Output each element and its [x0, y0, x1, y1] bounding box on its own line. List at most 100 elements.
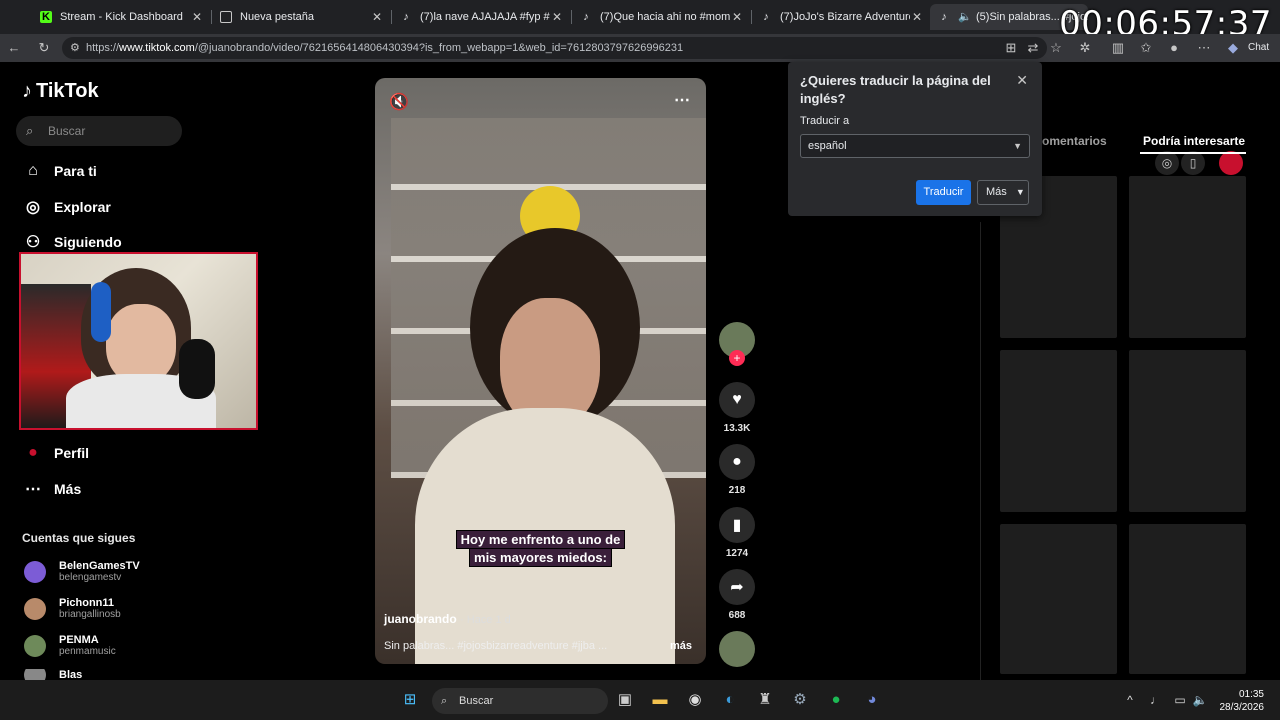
close-tab-icon[interactable]: ✕ — [910, 10, 924, 24]
suggested-video-thumbnail[interactable] — [1000, 350, 1117, 512]
close-icon[interactable]: ✕ — [1016, 72, 1028, 89]
logo-text: TikTok — [36, 80, 99, 102]
mute-icon[interactable]: 🔇 — [389, 92, 409, 112]
favorite-star-icon[interactable]: ☆ — [1048, 41, 1064, 55]
browser-tab[interactable]: ♪ (7)JoJo's Bizarre Adventure: Ste ✕ — [752, 4, 930, 30]
compass-icon[interactable]: ◎ — [1155, 151, 1179, 175]
more-options-button[interactable]: Más ▼ — [977, 180, 1029, 205]
volume-icon[interactable]: 🔈 — [1190, 690, 1210, 710]
show-hidden-icons-icon[interactable]: ^ — [1120, 690, 1140, 710]
steam-icon[interactable]: ⚙ — [790, 690, 810, 710]
nav-item-more[interactable]: ⋯ Más — [24, 479, 81, 499]
nav-item-for-you[interactable]: ⌂ Para ti — [24, 162, 97, 180]
save-button[interactable]: ▮ 1274 — [719, 507, 755, 559]
url-prefix: https:// — [86, 42, 120, 54]
video-author-line[interactable]: juanobrando · Hace 1 d — [384, 612, 511, 626]
tab-title: (7)JoJo's Bizarre Adventure: Ste — [780, 11, 910, 23]
suggested-video-thumbnail[interactable] — [1000, 524, 1117, 674]
microphone — [179, 339, 215, 399]
following-accounts-title: Cuentas que sigues — [22, 531, 136, 545]
clock-time: 01:35 — [1238, 689, 1264, 700]
browser-tab[interactable]: K Stream - Kick Dashboard ✕ — [32, 4, 210, 30]
profile-avatar[interactable] — [1219, 151, 1243, 175]
windows-start-icon[interactable]: ⊞ — [400, 690, 420, 710]
like-button[interactable]: ♥ 13.3K — [719, 382, 755, 434]
music-disc-icon — [719, 631, 755, 667]
followed-account[interactable]: PENMA penmamusic — [24, 634, 116, 657]
account-name: PENMA — [59, 634, 99, 646]
selected-language: español — [808, 140, 847, 152]
site-info-icon[interactable]: ⚙ — [70, 37, 80, 59]
network-icon[interactable]: ▭ — [1170, 690, 1190, 710]
follow-plus-icon[interactable]: + — [729, 350, 745, 366]
edge-icon[interactable]: ◐ — [720, 690, 740, 710]
suggested-video-thumbnail[interactable] — [1129, 524, 1246, 674]
account-handle: briangallinosb — [59, 609, 121, 620]
tiktok-note-icon: ♪ — [22, 80, 32, 102]
browser-tab[interactable]: ♪ (7)la nave AJAJAJA #fyp #alpis ✕ — [392, 4, 570, 30]
microphone-icon[interactable]: ♩ — [1146, 690, 1166, 710]
nav-item-following[interactable]: ⚇ Siguiendo — [24, 232, 122, 252]
extensions-icon[interactable]: ✲ — [1077, 41, 1093, 55]
taskbar-search[interactable]: ⌕ Buscar — [432, 688, 608, 714]
task-view-icon[interactable]: ▣ — [615, 690, 635, 710]
share-count: 688 — [728, 610, 746, 621]
nav-item-explore[interactable]: ◎ Explorar — [24, 197, 111, 217]
search-input[interactable]: ⌕ Buscar — [16, 116, 182, 146]
heart-icon: ♥ — [719, 382, 755, 418]
webcam-overlay — [19, 252, 258, 430]
chat-label[interactable]: Chat — [1248, 42, 1269, 53]
more-description-link[interactable]: más — [670, 640, 692, 652]
more-options-icon[interactable]: ⋯ — [674, 90, 690, 110]
tab-you-may-like[interactable]: Podría interesarte — [1143, 134, 1245, 148]
close-tab-icon[interactable]: ✕ — [550, 10, 564, 24]
favorites-icon[interactable]: ✩ — [1138, 41, 1154, 55]
tiktok-icon: ♪ — [403, 11, 409, 23]
creator-avatar-button[interactable]: + — [719, 322, 755, 366]
share-button[interactable]: ➦ 688 — [719, 569, 755, 621]
browser-tab[interactable]: Nueva pestaña ✕ — [212, 4, 390, 30]
followed-account[interactable]: BelenGamesTV belengamestv — [24, 560, 140, 583]
copilot-icon[interactable]: ◆ — [1225, 41, 1241, 55]
sound-avatar-button[interactable] — [719, 631, 755, 667]
close-tab-icon[interactable]: ✕ — [370, 10, 384, 24]
file-explorer-icon[interactable]: ▬ — [650, 690, 670, 710]
followed-account[interactable]: Pichonn11 briangallinosb — [24, 597, 121, 620]
address-bar[interactable]: ⚙ https://www.tiktok.com/@juanobrando/vi… — [62, 37, 1047, 59]
share-icon: ➦ — [719, 569, 755, 605]
suggested-video-thumbnail[interactable] — [1129, 176, 1246, 338]
followed-account[interactable]: Blas — [24, 669, 82, 680]
translate-icon[interactable]: ⇄ — [1025, 41, 1041, 55]
video-author[interactable]: juanobrando — [384, 612, 457, 626]
nav-item-profile[interactable]: ● Perfil — [24, 444, 89, 462]
profile-avatar-icon[interactable]: ● — [1166, 41, 1182, 55]
close-tab-icon[interactable]: ✕ — [730, 10, 744, 24]
spotify-icon[interactable]: ● — [826, 690, 846, 710]
tiktok-icon: ♪ — [763, 11, 769, 23]
tiktok-logo[interactable]: ♪ TikTok — [22, 80, 99, 103]
video-player[interactable]: 🔇 ⋯ Hoy me enfrento a uno de mis mayores… — [375, 78, 706, 664]
streamer-face — [106, 304, 176, 384]
reload-icon[interactable]: ↻ — [36, 41, 52, 55]
suggested-video-thumbnail[interactable] — [1129, 350, 1246, 512]
menu-dots-icon[interactable]: ⋯ — [1196, 41, 1212, 55]
language-select[interactable]: español ▼ — [800, 134, 1030, 158]
panel-divider — [980, 222, 981, 680]
translate-button[interactable]: Traducir — [916, 180, 971, 205]
apps-icon[interactable]: ⊞ — [1003, 41, 1019, 55]
chrome-icon[interactable]: ◉ — [685, 690, 705, 710]
browser-tab[interactable]: ♪ (7)Que hacia ahi no #momo #s ✕ — [572, 4, 750, 30]
close-tab-icon[interactable]: ✕ — [190, 10, 204, 24]
split-screen-icon[interactable]: ▥ — [1110, 41, 1126, 55]
discord-icon[interactable]: ◕ — [862, 690, 882, 710]
avatar — [24, 634, 46, 657]
speaker-icon[interactable]: 🔈 — [958, 11, 972, 23]
comment-button[interactable]: ● 218 — [719, 444, 755, 496]
taskbar-clock[interactable]: 01:35 28/3/2026 — [1220, 688, 1265, 714]
app-icon[interactable]: ♜ — [755, 690, 775, 710]
tab-comments[interactable]: omentarios — [1042, 134, 1107, 148]
device-icon[interactable]: ▯ — [1181, 151, 1205, 175]
following-icon: ⚇ — [25, 234, 41, 251]
back-icon[interactable]: ← — [6, 41, 22, 55]
tab-underline — [1140, 152, 1246, 154]
